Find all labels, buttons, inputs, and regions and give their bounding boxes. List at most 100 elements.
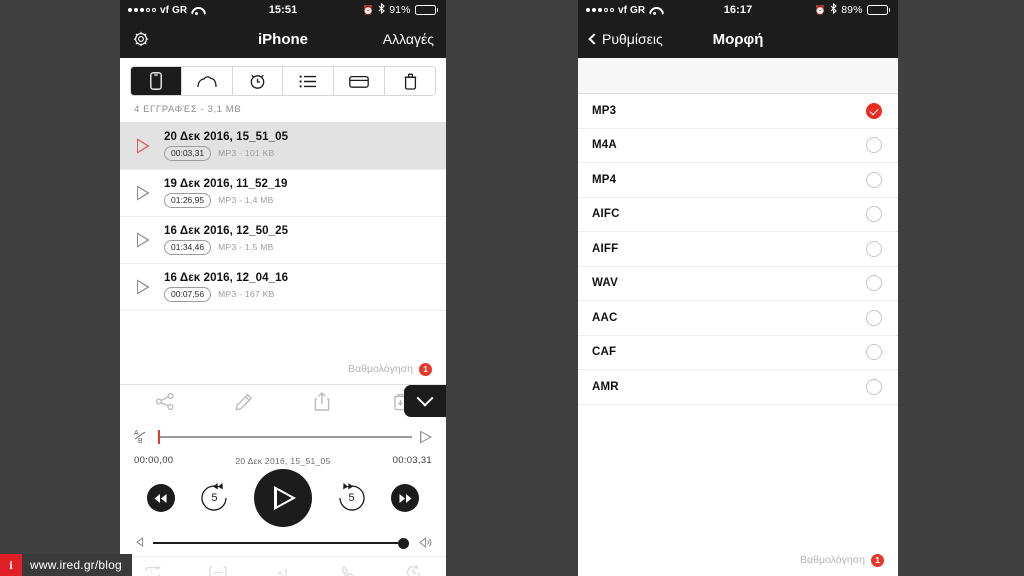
progress-slider[interactable] xyxy=(158,430,412,444)
play-button[interactable] xyxy=(253,469,312,527)
row-body: 16 Δεκ 2016, 12_50_25 01:34,46 MP3 - 1,5… xyxy=(164,224,289,256)
signal-dots-icon xyxy=(128,8,156,12)
radio-icon[interactable] xyxy=(866,309,882,326)
settings-gear-button[interactable] xyxy=(132,30,150,48)
speed-button[interactable]: ×1 xyxy=(250,568,315,576)
rate-prompt-right[interactable]: Βαθμολόγηση 1 xyxy=(578,544,898,576)
next-track-button[interactable] xyxy=(391,484,420,512)
wallet-icon xyxy=(349,74,370,88)
trim-icon xyxy=(209,565,227,576)
list-item[interactable]: AIFF xyxy=(578,232,898,267)
share-button[interactable] xyxy=(126,392,205,415)
format-label: AAC xyxy=(592,311,618,324)
row-play-button[interactable] xyxy=(132,185,154,201)
right-status-bar: vf GR 16:17 ⏰ 89% xyxy=(578,0,898,20)
alarm-clock-icon xyxy=(249,72,266,90)
battery-percent-label: 89% xyxy=(841,4,863,16)
format-label: AMR xyxy=(592,380,619,393)
table-row[interactable]: 16 Δεκ 2016, 12_50_25 01:34,46 MP3 - 1,5… xyxy=(120,217,446,264)
volume-slider[interactable] xyxy=(153,537,409,549)
format-label: AIFC xyxy=(592,208,620,221)
battery-icon xyxy=(866,5,891,15)
format-label: WAV xyxy=(592,277,618,290)
duration-pill: 01:34,46 xyxy=(164,239,212,256)
play-triangle-icon xyxy=(137,232,150,248)
rewind-5-button[interactable]: 5 xyxy=(196,480,232,516)
radio-icon[interactable] xyxy=(866,206,882,223)
row-play-button[interactable] xyxy=(132,232,154,248)
timer-button[interactable] xyxy=(381,564,446,576)
tab-list[interactable] xyxy=(283,67,335,95)
row-play-button[interactable] xyxy=(132,279,154,295)
segmented-tab-bar xyxy=(130,66,436,96)
tab-bar-wrapper xyxy=(120,58,446,102)
status-clock: 15:51 xyxy=(268,4,298,16)
trash-icon xyxy=(404,73,417,90)
list-item[interactable]: MP4 xyxy=(578,163,898,198)
format-label: CAF xyxy=(592,346,617,359)
row-play-button[interactable] xyxy=(132,138,154,154)
svg-text:1: 1 xyxy=(150,570,154,576)
tab-trash[interactable] xyxy=(385,67,435,95)
format-label: M4A xyxy=(592,139,617,152)
radio-icon[interactable] xyxy=(866,275,882,292)
tab-alarm[interactable] xyxy=(232,67,284,95)
export-button[interactable] xyxy=(283,392,362,416)
table-row[interactable]: 19 Δεκ 2016, 11_52_19 01:26,95 MP3 - 1,4… xyxy=(120,170,446,217)
call-button[interactable] xyxy=(316,565,381,576)
tab-cloud[interactable] xyxy=(181,67,233,95)
volume-knob[interactable] xyxy=(398,537,409,549)
radio-icon[interactable] xyxy=(866,378,882,395)
play-from-end-icon[interactable] xyxy=(420,431,432,444)
table-row[interactable]: 20 Δεκ 2016, 15_51_05 00:03,31 MP3 - 101… xyxy=(120,123,446,170)
rate-prompt-left[interactable]: Βαθμολόγηση 1 xyxy=(120,354,446,384)
row-body: 16 Δεκ 2016, 12_04_16 00:07,56 MP3 - 167… xyxy=(164,272,288,303)
previous-track-button[interactable] xyxy=(146,484,175,512)
format-label: MP4 xyxy=(592,173,617,186)
back-button[interactable]: Ρυθμίσεις xyxy=(588,31,663,47)
recording-title: 16 Δεκ 2016, 12_50_25 xyxy=(164,224,289,237)
forward-5-button[interactable]: 5 xyxy=(334,480,370,516)
list-icon xyxy=(299,75,317,88)
table-row[interactable]: 16 Δεκ 2016, 12_04_16 00:07,56 MP3 - 167… xyxy=(120,264,446,311)
list-item[interactable]: CAF xyxy=(578,336,898,370)
tab-phone[interactable] xyxy=(131,67,182,95)
now-playing-title: 20 Δεκ 2016, 15_51_05 xyxy=(235,455,331,466)
radio-selected-icon[interactable] xyxy=(866,102,882,119)
carrier-label: vf GR xyxy=(160,4,188,16)
list-item[interactable]: AIFC xyxy=(578,198,898,232)
radio-icon[interactable] xyxy=(866,344,882,361)
playhead-marker[interactable] xyxy=(158,430,160,444)
trim-button[interactable] xyxy=(185,565,250,576)
radio-icon[interactable] xyxy=(866,137,882,154)
edit-button[interactable] xyxy=(205,393,284,416)
list-item[interactable]: AMR xyxy=(578,370,898,405)
status-left-group: vf GR xyxy=(586,5,724,16)
recording-format: MP3 - 1,5 MB xyxy=(218,242,274,253)
screenshot-stage: vf GR 15:51 ⏰ 91% iPhone Αλλαγές 4 ΕΓΓΡΑ… xyxy=(0,0,1024,576)
speed-label: ×1 xyxy=(276,567,290,576)
status-clock: 16:17 xyxy=(723,4,753,16)
right-phone-screen: vf GR 16:17 ⏰ 89% Ρυθμίσεις Μορφή MP3 M4… xyxy=(578,0,898,576)
radio-icon[interactable] xyxy=(866,171,882,188)
recording-format: MP3 - 1,4 MB xyxy=(218,195,274,206)
list-item[interactable]: MP3 xyxy=(578,94,898,129)
battery-percent-label: 91% xyxy=(389,4,411,16)
list-empty-space xyxy=(120,311,446,354)
watermark: i www.ired.gr/blog xyxy=(0,554,132,576)
tab-wallet[interactable] xyxy=(334,67,386,95)
list-item[interactable]: WAV xyxy=(578,267,898,301)
call-icon xyxy=(341,565,356,576)
cloud-icon xyxy=(197,75,217,88)
list-item[interactable]: AAC xyxy=(578,301,898,336)
list-item[interactable]: M4A xyxy=(578,129,898,163)
time-total: 00:03,31 xyxy=(392,455,432,466)
duration-pill: 00:03,31 xyxy=(164,145,212,162)
recording-title: 19 Δεκ 2016, 11_52_19 xyxy=(164,177,288,190)
changes-button[interactable]: Αλλαγές xyxy=(383,31,434,47)
svg-text:A: A xyxy=(134,430,139,437)
radio-icon[interactable] xyxy=(866,240,882,257)
export-icon xyxy=(314,392,330,416)
collapse-player-button[interactable] xyxy=(404,385,446,417)
ab-loop-button[interactable]: A B xyxy=(134,428,150,447)
